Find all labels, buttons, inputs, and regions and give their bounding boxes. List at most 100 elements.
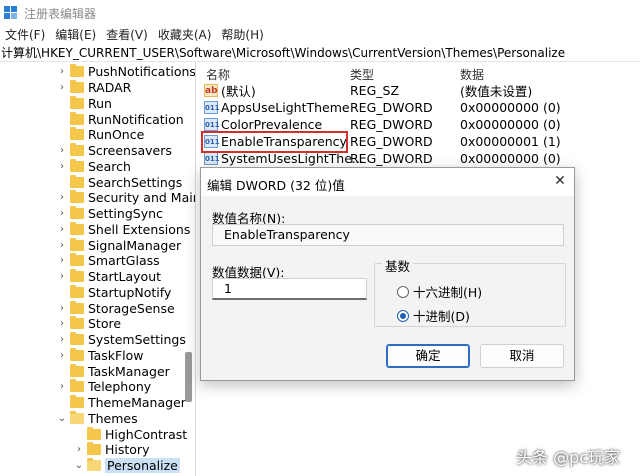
tree-item-label: HighContrast: [105, 426, 188, 442]
tree-item[interactable]: HighContrast: [74, 426, 187, 442]
tree-item-label: SignalManager: [88, 237, 182, 253]
folder-icon: [70, 95, 84, 109]
tree-item[interactable]: › Shell Extensions: [57, 221, 191, 238]
title-bar: 注册表编辑器: [0, 0, 640, 26]
chevron-right-icon[interactable]: ›: [57, 66, 67, 77]
chevron-right-icon[interactable]: ›: [57, 303, 67, 314]
chevron-right-icon[interactable]: ›: [57, 82, 67, 93]
tree-item[interactable]: RunNotification: [57, 111, 184, 127]
value-data: 0x00000001 (1): [460, 134, 561, 149]
tree-item-label: Personalize: [105, 458, 180, 474]
tree-scrollbar-thumb[interactable]: [185, 352, 192, 402]
chevron-right-icon[interactable]: ›: [57, 318, 67, 329]
tree-item[interactable]: › History: [74, 442, 149, 458]
dialog-title-bar: 编辑 DWORD (32 位)值 ✕: [201, 168, 574, 196]
folder-icon: [70, 206, 84, 220]
address-bar[interactable]: 计算机\HKEY_CURRENT_USER\Software\Microsoft…: [0, 45, 640, 62]
value-type: REG_DWORD: [350, 151, 433, 166]
tree-item-label: PushNotifications: [88, 64, 196, 80]
folder-icon: [70, 300, 84, 314]
close-icon[interactable]: ✕: [551, 172, 569, 190]
tree-item-label: Screensavers: [88, 143, 172, 159]
tree-item[interactable]: › Search: [57, 158, 131, 175]
tree-item[interactable]: › SignalManager: [57, 237, 181, 253]
tree-item-label: SmartGlass: [88, 253, 160, 269]
folder-icon: [70, 253, 84, 267]
tree-item[interactable]: › SettingSync: [57, 206, 163, 222]
binary-value-icon: 011: [204, 118, 220, 131]
tree-item[interactable]: › StorageSense: [57, 300, 175, 316]
tree-item-label: TaskManager: [88, 363, 170, 379]
radio-hex-indicator[interactable]: [397, 285, 409, 298]
chevron-right-icon[interactable]: ›: [57, 240, 67, 251]
radio-hexadecimal[interactable]: 十六进制(H): [397, 282, 482, 301]
tree-item[interactable]: Run: [57, 95, 112, 112]
tree-item-label: SettingSync: [88, 206, 163, 222]
chevron-down-icon[interactable]: ⌄: [57, 413, 67, 424]
tree-item[interactable]: ThemeManager: [57, 395, 186, 411]
menu-edit[interactable]: 编辑(E): [50, 26, 101, 45]
folder-icon: [70, 316, 84, 330]
tree-item[interactable]: RunOnce: [57, 127, 144, 143]
value-name: ColorPrevalence: [221, 117, 323, 132]
chevron-right-icon[interactable]: ›: [57, 224, 67, 235]
tree-item[interactable]: › Store: [57, 316, 121, 332]
menu-bar: 文件(F) 编辑(E) 查看(V) 收藏夹(A) 帮助(H): [0, 26, 640, 45]
cancel-button[interactable]: 取消: [480, 344, 564, 368]
tree-scrollbar[interactable]: [185, 62, 193, 476]
folder-icon: [87, 426, 101, 440]
tree-item[interactable]: SearchSettings: [57, 174, 182, 190]
value-name: SystemUsesLightThe...: [221, 151, 364, 166]
tree-item-label: Run: [88, 95, 112, 111]
value-data-input[interactable]: 1: [212, 278, 367, 300]
tree-item[interactable]: › SmartGlass: [57, 253, 160, 269]
chevron-right-icon[interactable]: ›: [74, 444, 84, 455]
chevron-right-icon[interactable]: ›: [57, 161, 67, 172]
edit-dword-dialog: 编辑 DWORD (32 位)值 ✕ 数值名称(N): EnableTransp…: [200, 167, 575, 381]
tree-item-label: StorageSense: [88, 300, 175, 316]
radio-decimal[interactable]: 十进制(D): [397, 306, 470, 325]
tree-item-label: Telephony: [88, 379, 152, 395]
window-title: 注册表编辑器: [24, 7, 97, 21]
menu-favorites[interactable]: 收藏夹(A): [153, 26, 217, 45]
tree-item[interactable]: › Telephony: [57, 379, 151, 395]
folder-icon: [70, 190, 84, 204]
value-type: REG_DWORD: [350, 100, 433, 115]
tree-item[interactable]: › StartLayout: [57, 269, 161, 285]
value-row[interactable]: 011 AppsUseLightTheme REG_DWORD 0x00000000 …: [198, 99, 640, 116]
tree-item[interactable]: › RADAR: [57, 80, 131, 96]
chevron-right-icon[interactable]: ›: [57, 271, 67, 282]
value-type: REG_DWORD: [350, 134, 433, 149]
menu-help[interactable]: 帮助(H): [216, 26, 268, 45]
tree-item[interactable]: › TaskFlow: [57, 347, 144, 364]
value-data: 0x00000000 (0): [460, 117, 561, 132]
tree-item[interactable]: ⌄ Personalize: [74, 458, 180, 474]
menu-view[interactable]: 查看(V): [101, 26, 153, 45]
chevron-right-icon[interactable]: ›: [57, 350, 67, 361]
value-row[interactable]: ab (默认) REG_SZ (数值未设置): [198, 82, 640, 99]
tree-item[interactable]: › PushNotifications: [57, 64, 196, 80]
tree-item-label: Search: [88, 158, 131, 174]
radio-dec-indicator[interactable]: [397, 309, 409, 322]
tree-item[interactable]: StartupNotify: [57, 284, 171, 301]
chevron-right-icon[interactable]: ›: [57, 381, 67, 392]
tree-item[interactable]: ⌄ Themes: [57, 410, 138, 427]
menu-file[interactable]: 文件(F): [0, 26, 50, 45]
tree-item[interactable]: › SystemSettings: [57, 332, 186, 348]
folder-icon: [87, 458, 101, 472]
key-tree[interactable]: › PushNotifications › RADAR Run RunNotificati…: [0, 62, 196, 476]
chevron-right-icon[interactable]: ›: [57, 192, 67, 203]
tree-item-label: Store: [88, 316, 122, 332]
tree-item-label: Shell Extensions: [88, 221, 191, 237]
chevron-down-icon[interactable]: ⌄: [74, 460, 84, 471]
tree-item[interactable]: TaskManager: [57, 363, 170, 379]
binary-value-icon: 011: [204, 101, 220, 114]
chevron-right-icon[interactable]: ›: [57, 255, 67, 266]
ok-button[interactable]: 确定: [386, 344, 470, 368]
tree-item[interactable]: › Screensavers: [57, 143, 172, 159]
column-header-type[interactable]: 类型: [350, 66, 374, 83]
chevron-right-icon[interactable]: ›: [57, 334, 67, 345]
chevron-right-icon[interactable]: ›: [57, 208, 67, 219]
tree-item[interactable]: › Security and Mair: [57, 190, 195, 206]
chevron-right-icon[interactable]: ›: [57, 145, 67, 156]
